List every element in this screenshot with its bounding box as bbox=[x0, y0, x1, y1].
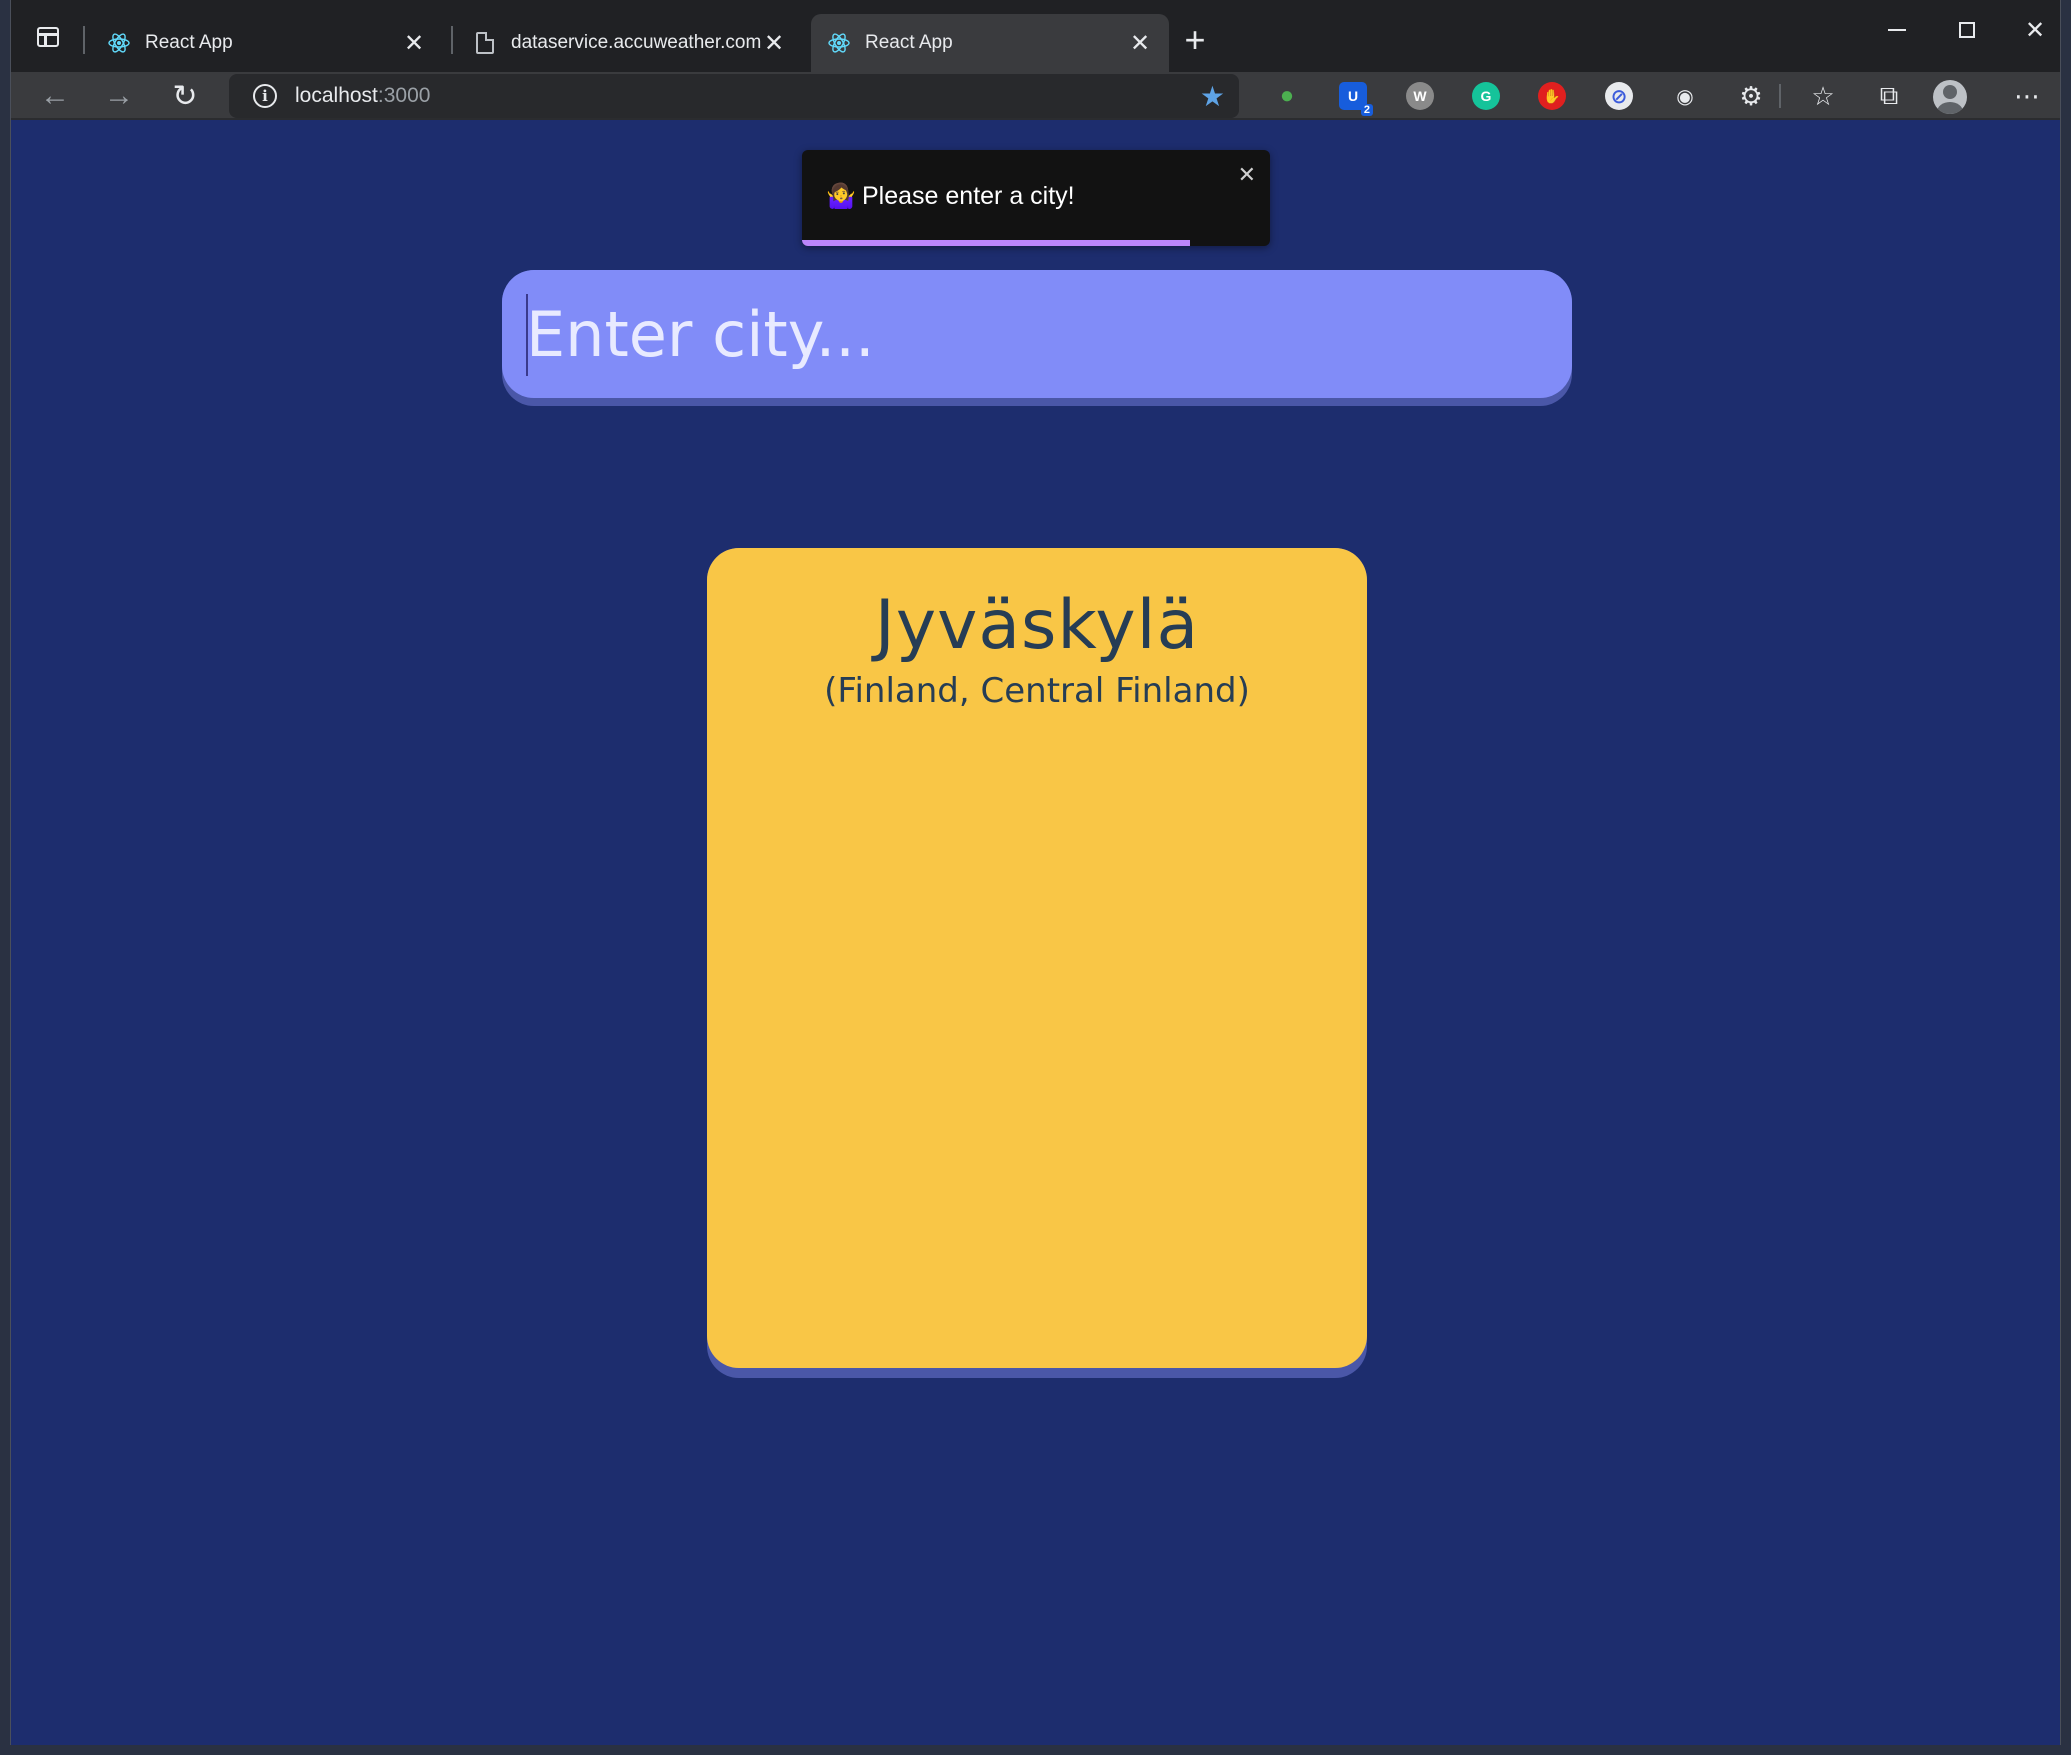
more-menu-icon[interactable]: ⋯ bbox=[2009, 78, 2045, 114]
toast-progress-bar bbox=[802, 240, 1191, 246]
w-extension-icon[interactable]: W bbox=[1406, 82, 1434, 110]
tab-accuweather[interactable]: dataservice.accuweather.com/fo ✕ bbox=[457, 14, 803, 72]
tab-close-icon[interactable]: ✕ bbox=[1127, 30, 1153, 57]
favorites-icon[interactable]: ☆ bbox=[1805, 78, 1841, 114]
document-icon bbox=[473, 31, 497, 55]
toolbar-divider bbox=[1779, 84, 1781, 108]
tab-title: dataservice.accuweather.com/fo bbox=[511, 32, 761, 53]
tab-actions-icon bbox=[37, 27, 59, 47]
url-port: :3000 bbox=[377, 84, 431, 107]
toast-close-icon[interactable]: ✕ bbox=[1238, 162, 1256, 188]
maximize-button[interactable] bbox=[1935, 10, 1999, 50]
url-host: localhost bbox=[295, 84, 378, 107]
url-text: localhost:3000 bbox=[295, 84, 430, 108]
profile-avatar[interactable] bbox=[1933, 80, 1967, 114]
browser-window: React App ✕ dataservice.accuweather.com/… bbox=[10, 0, 2061, 1745]
address-bar[interactable]: i localhost:3000 ★ bbox=[229, 74, 1239, 118]
city-search-input[interactable] bbox=[502, 270, 1572, 398]
grammarly-icon[interactable]: G bbox=[1472, 82, 1500, 110]
toast-progress-track bbox=[802, 240, 1270, 246]
new-tab-button[interactable]: + bbox=[1173, 18, 1217, 62]
city-name: Jyväskylä bbox=[874, 586, 1200, 665]
favorite-star-icon[interactable]: ★ bbox=[1200, 80, 1225, 113]
weather-card: Jyväskylä (Finland, Central Finland) bbox=[707, 548, 1367, 1368]
city-region: (Finland, Central Finland) bbox=[824, 671, 1250, 711]
info-icon[interactable]: i bbox=[253, 84, 277, 108]
tab-title: React App bbox=[145, 32, 233, 53]
minimize-icon bbox=[1888, 29, 1906, 31]
react-icon bbox=[107, 31, 131, 55]
reload-button[interactable]: ↻ bbox=[165, 76, 205, 116]
arrow-left-icon: ← bbox=[40, 79, 70, 112]
reload-icon: ↻ bbox=[172, 79, 198, 113]
search-container bbox=[502, 270, 1572, 406]
tab-strip: React App ✕ dataservice.accuweather.com/… bbox=[11, 0, 2060, 72]
bitwarden-badge: 2 bbox=[1360, 104, 1373, 116]
tab-title: React App bbox=[865, 32, 953, 53]
tab-separator bbox=[451, 26, 453, 54]
tab-react-app-active[interactable]: React App ✕ bbox=[811, 14, 1169, 72]
toast-message: Please enter a city! bbox=[862, 182, 1075, 210]
toast-notification: 🤷‍♀️ Please enter a city! ✕ bbox=[802, 150, 1270, 246]
browser-toolbar: ← → ↻ i localhost:3000 ★ ● U2 W G ✋ ⊘ ◉ … bbox=[11, 72, 2060, 120]
text-caret bbox=[526, 294, 528, 376]
close-icon: ✕ bbox=[2024, 16, 2046, 44]
globe-extension-icon[interactable]: ● bbox=[1273, 82, 1301, 110]
extensions-puzzle-icon[interactable]: ⚙ bbox=[1733, 78, 1769, 114]
screenshot-icon[interactable]: ◉ bbox=[1671, 82, 1699, 110]
block-icon[interactable]: ⊘ bbox=[1605, 82, 1633, 110]
minimize-button[interactable] bbox=[1865, 10, 1929, 50]
tab-actions-menu-button[interactable] bbox=[31, 20, 65, 54]
forward-button[interactable]: → bbox=[99, 76, 139, 116]
back-button[interactable]: ← bbox=[35, 76, 75, 116]
collections-icon[interactable]: ⧉ bbox=[1871, 78, 1907, 114]
arrow-right-icon: → bbox=[104, 79, 134, 112]
adblock-icon[interactable]: ✋ bbox=[1538, 82, 1566, 110]
close-window-button[interactable]: ✕ bbox=[2003, 10, 2060, 50]
maximize-icon bbox=[1959, 22, 1975, 38]
shrug-emoji-icon: 🤷‍♀️ bbox=[826, 183, 856, 210]
tab-separator bbox=[83, 26, 85, 54]
tab-close-icon[interactable]: ✕ bbox=[401, 30, 427, 57]
tab-close-icon[interactable]: ✕ bbox=[761, 30, 787, 57]
page-content: 🤷‍♀️ Please enter a city! ✕ Jyväskylä (F… bbox=[11, 120, 2060, 1745]
react-icon bbox=[827, 31, 851, 55]
bitwarden-icon[interactable]: U2 bbox=[1339, 82, 1373, 116]
tab-react-app-1[interactable]: React App ✕ bbox=[91, 14, 443, 72]
